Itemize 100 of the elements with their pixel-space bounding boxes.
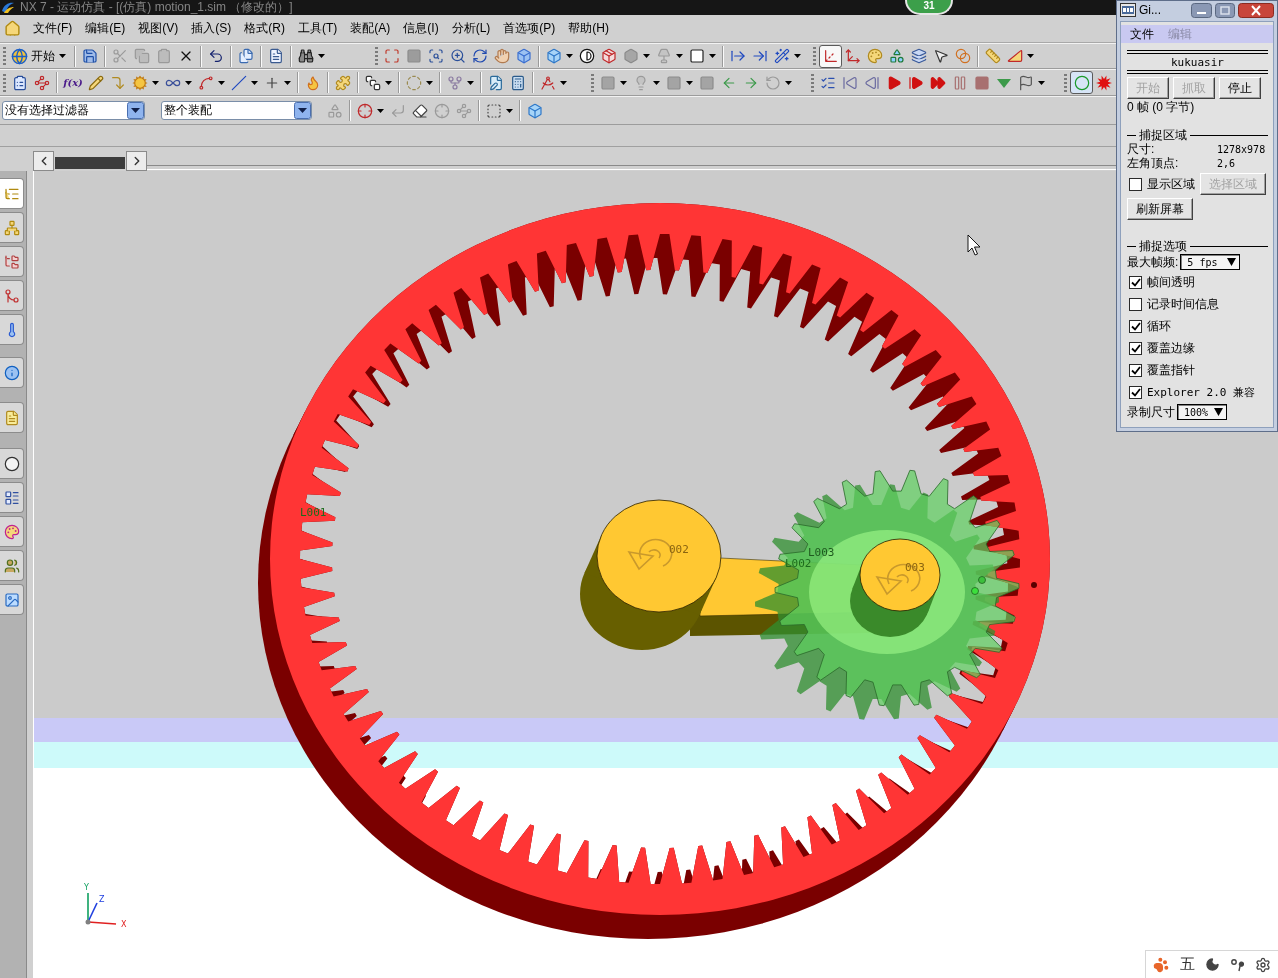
formula-button[interactable]: f(x)	[61, 71, 85, 94]
scroll-left-button[interactable]	[33, 151, 54, 171]
caret-icon[interactable]	[1038, 80, 1045, 85]
caret-icon[interactable]	[467, 80, 474, 85]
toolbar-grip[interactable]	[811, 73, 814, 92]
scroll-right-button[interactable]	[126, 151, 147, 171]
paw-icon[interactable]	[1153, 956, 1170, 973]
checkbox[interactable]	[1129, 297, 1142, 311]
menu-item[interactable]: 格式(R)	[243, 18, 286, 39]
calculator-icon[interactable]	[510, 74, 526, 91]
checkbox[interactable]	[1129, 385, 1142, 399]
ruler-icon[interactable]	[985, 48, 1001, 64]
input-mode-indicator[interactable]: 五	[1179, 955, 1195, 974]
stop-icon[interactable]	[974, 74, 990, 91]
square-icon[interactable]	[689, 48, 705, 64]
circles-icon[interactable]	[955, 48, 971, 64]
start-button[interactable]: 开始	[9, 45, 71, 67]
menu-item[interactable]: 首选项(P)	[502, 18, 557, 39]
expand-icon[interactable]	[384, 48, 400, 64]
spline-icon[interactable]	[198, 74, 214, 91]
contrast-icon[interactable]	[579, 48, 595, 64]
capture-button[interactable]: 停止	[1219, 77, 1261, 99]
flame-icon[interactable]	[305, 74, 321, 91]
pause-icon[interactable]	[952, 74, 968, 91]
menu-item[interactable]: 帮助(H)	[567, 18, 610, 39]
toolbar-grip[interactable]	[3, 47, 6, 65]
caret-icon[interactable]	[506, 108, 513, 113]
caret-icon[interactable]	[318, 54, 325, 58]
caret-icon[interactable]	[377, 108, 384, 113]
edit-document-icon[interactable]	[488, 74, 504, 91]
play-icon[interactable]	[886, 74, 902, 91]
layers-icon[interactable]	[911, 48, 927, 64]
starburst-icon[interactable]	[1096, 74, 1112, 91]
line-icon[interactable]	[231, 74, 247, 91]
puzzle-icon[interactable]	[335, 74, 351, 91]
pencil-icon[interactable]	[88, 74, 104, 91]
checkbox[interactable]	[1129, 341, 1142, 355]
caret-icon[interactable]	[686, 80, 693, 85]
eraser-icon[interactable]	[412, 102, 428, 119]
caret-icon[interactable]	[709, 54, 716, 58]
axes-toggle-button[interactable]	[819, 44, 842, 68]
shapes-icon[interactable]	[889, 48, 905, 64]
skip-back-icon[interactable]	[842, 74, 858, 91]
maximize-icon[interactable]	[1215, 2, 1235, 18]
refresh-screen-button[interactable]: 刷新屏幕	[1127, 198, 1193, 220]
rotate-icon[interactable]	[472, 48, 488, 64]
arrow-to-line-icon[interactable]	[752, 48, 768, 64]
magic-wand-icon[interactable]	[774, 48, 790, 64]
caret-icon[interactable]	[1027, 54, 1034, 58]
menu-item[interactable]: 信息(I)	[402, 18, 440, 39]
caret-icon[interactable]	[785, 80, 792, 85]
caret-icon[interactable]	[560, 80, 567, 85]
toolbar-grip[interactable]	[375, 47, 378, 65]
caret-icon[interactable]	[152, 80, 159, 85]
step-forward-icon[interactable]	[908, 74, 924, 91]
triangle-ruler-icon[interactable]	[1007, 48, 1023, 64]
menu-item[interactable]: 工具(T)	[297, 18, 339, 39]
caret-icon[interactable]	[284, 80, 291, 85]
selection-filter-dropdown[interactable]: 没有选择过滤器	[2, 101, 145, 120]
nodes-icon[interactable]	[456, 102, 472, 119]
scan-icon[interactable]	[428, 48, 444, 64]
menu-item[interactable]: 分析(L)	[450, 18, 492, 39]
undo-icon[interactable]	[208, 48, 224, 64]
scrollbar-thumb[interactable]	[55, 157, 125, 169]
menu-item[interactable]: 编辑(E)	[84, 18, 127, 39]
toolbar-grip[interactable]	[813, 47, 816, 65]
compass-icon[interactable]	[540, 74, 556, 91]
side-tab[interactable]	[0, 482, 24, 513]
minimize-icon[interactable]	[1191, 2, 1212, 18]
assembly-scope-dropdown[interactable]: 整个装配	[161, 101, 312, 120]
caret-icon[interactable]	[653, 80, 660, 85]
menu-item[interactable]: 装配(A)	[349, 18, 392, 39]
stacked-squares-icon[interactable]	[365, 74, 381, 91]
ring-toggle-button[interactable]	[1070, 71, 1093, 94]
toolbar-grip[interactable]	[591, 73, 594, 92]
caret-icon[interactable]	[676, 54, 683, 58]
toolbar-grip[interactable]	[1064, 73, 1067, 92]
menu-item[interactable]: 视图(V)	[137, 18, 180, 39]
dot-comma-icon[interactable]	[1230, 957, 1245, 972]
save-icon[interactable]	[82, 48, 98, 64]
checkbox[interactable]	[1129, 177, 1142, 191]
close-icon[interactable]	[1238, 2, 1274, 18]
caret-icon[interactable]	[426, 80, 433, 85]
clipboard-list-icon[interactable]	[12, 74, 28, 91]
checkbox[interactable]	[1129, 319, 1142, 333]
caret-icon[interactable]	[385, 80, 392, 85]
caret-icon[interactable]	[620, 80, 627, 85]
binoculars-icon[interactable]	[298, 48, 314, 64]
move-axes-icon[interactable]	[845, 48, 861, 64]
caret-icon[interactable]	[251, 80, 258, 85]
box-icon[interactable]	[516, 48, 532, 64]
nodes-icon[interactable]	[34, 74, 50, 91]
hand-icon[interactable]	[494, 48, 510, 64]
caret-icon[interactable]	[185, 80, 192, 85]
menu-item[interactable]: 文件	[1130, 25, 1154, 43]
toolbar-grip[interactable]	[3, 73, 6, 92]
caret-icon[interactable]	[566, 54, 573, 58]
menu-item[interactable]: 文件(F)	[32, 18, 74, 39]
fast-forward-icon[interactable]	[930, 74, 946, 91]
settings-icon[interactable]	[1254, 956, 1271, 973]
